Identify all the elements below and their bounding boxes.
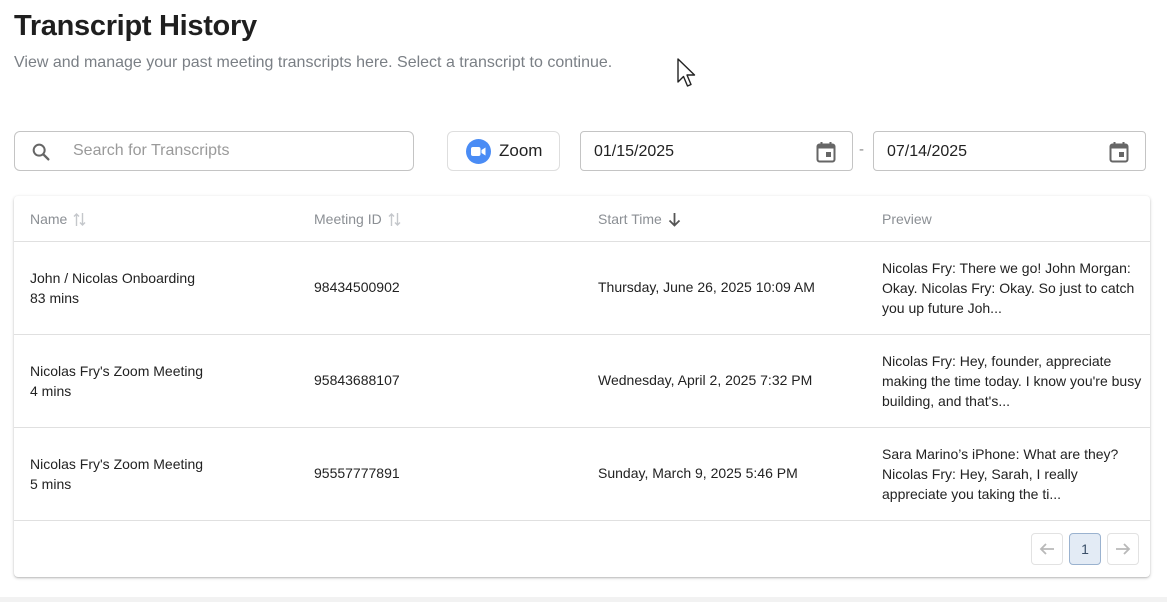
zoom-logo-icon [466, 138, 491, 164]
start-time: Sunday, March 9, 2025 5:46 PM [598, 465, 798, 481]
mouse-cursor-icon [677, 58, 696, 87]
page-footer-divider [0, 597, 1167, 602]
transcript-duration: 5 mins [30, 476, 72, 492]
table-header: Name Meeting ID Start Time Preview [14, 196, 1150, 242]
start-date-value: 01/15/2025 [594, 143, 675, 160]
transcript-preview: Nicolas Fry: There we go! John Morgan: O… [882, 260, 1135, 316]
start-date-field[interactable]: 01/15/2025 [580, 131, 853, 171]
column-header-label: Meeting ID [314, 211, 382, 227]
transcript-name: John / Nicolas Onboarding [30, 270, 195, 286]
page-button-current[interactable]: 1 [1069, 533, 1101, 565]
arrow-left-icon [1039, 543, 1054, 555]
sort-icon [73, 212, 86, 226]
transcript-name: Nicolas Fry's Zoom Meeting [30, 456, 204, 472]
search-field[interactable] [14, 131, 414, 171]
page-title: Transcript History [14, 10, 257, 42]
start-time: Thursday, June 26, 2025 10:09 AM [598, 279, 815, 295]
column-header-meeting-id[interactable]: Meeting ID [314, 211, 401, 227]
transcript-preview: Nicolas Fry: Hey, founder, appreciate ma… [882, 353, 1142, 409]
column-header-name[interactable]: Name [30, 211, 86, 227]
previous-page-button[interactable] [1031, 533, 1063, 565]
calendar-icon[interactable] [1109, 141, 1129, 163]
search-icon [32, 143, 50, 161]
end-date-field[interactable]: 07/14/2025 [873, 131, 1146, 171]
transcript-duration: 83 mins [30, 290, 80, 306]
zoom-filter-button[interactable]: Zoom [447, 131, 560, 171]
column-header-label: Name [30, 211, 68, 227]
meeting-id: 95843688107 [314, 372, 400, 388]
table-row[interactable]: Nicolas Fry's Zoom Meeting 5 mins 955577… [14, 428, 1150, 521]
transcript-name-cell: John / Nicolas Onboarding 83 mins [30, 268, 195, 308]
end-date-value: 07/14/2025 [887, 143, 968, 160]
date-range-separator: - [859, 141, 864, 158]
table-row[interactable]: John / Nicolas Onboarding 83 mins 984345… [14, 242, 1150, 335]
column-header-start-time[interactable]: Start Time [598, 211, 681, 227]
transcript-name-cell: Nicolas Fry's Zoom Meeting 4 mins [30, 361, 203, 401]
transcripts-table: Name Meeting ID Start Time Preview John … [14, 196, 1150, 577]
meeting-id: 98434500902 [314, 279, 400, 295]
arrow-right-icon [1116, 543, 1131, 555]
arrow-down-icon [668, 212, 680, 227]
search-input[interactable] [73, 132, 403, 170]
column-header-preview: Preview [882, 211, 932, 227]
transcript-name: Nicolas Fry's Zoom Meeting [30, 363, 204, 379]
zoom-filter-label: Zoom [499, 141, 543, 160]
page-subtitle: View and manage your past meeting transc… [14, 54, 613, 71]
calendar-icon[interactable] [816, 141, 836, 163]
table-row[interactable]: Nicolas Fry's Zoom Meeting 4 mins 958436… [14, 335, 1150, 428]
start-time: Wednesday, April 2, 2025 7:32 PM [598, 372, 813, 388]
next-page-button[interactable] [1107, 533, 1139, 565]
transcript-name-cell: Nicolas Fry's Zoom Meeting 5 mins [30, 454, 203, 494]
transcript-preview: Sara Marino’s iPhone: What are they? Nic… [882, 446, 1119, 502]
column-header-label: Start Time [598, 211, 662, 227]
column-header-label: Preview [882, 211, 932, 227]
meeting-id: 95557777891 [314, 465, 400, 481]
transcript-duration: 4 mins [30, 383, 72, 399]
sort-icon [388, 212, 401, 226]
